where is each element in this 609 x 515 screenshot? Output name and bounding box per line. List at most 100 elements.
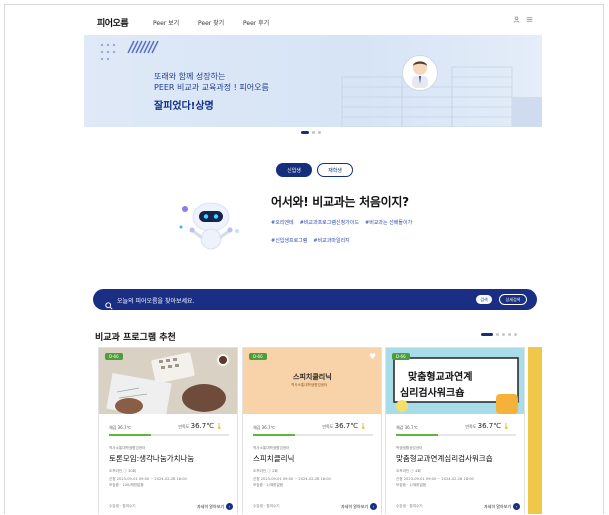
tab-enrolled[interactable]: 재학생 [317,163,353,177]
hero-dot[interactable] [318,131,321,134]
program-organizer: 학생생활상담센터 [396,446,423,450]
nav-peer-view[interactable]: Peer 보기 [153,18,179,27]
program-card[interactable]: D-66 체감 36.7℃ 만족도 36.7℃ 🌡 역사소통대학생협업센터 토론… [98,347,238,514]
satisfaction-label: 만족도 [322,424,334,429]
satisfaction-score: 만족도 36.7℃ 🌡 [322,422,367,430]
program-status: 모집중 · 1/제한없음 [253,483,284,487]
more-link[interactable]: 자세히 알아보기 › [341,503,377,510]
header-icons [513,16,533,25]
card-footer-stats: 수강생 · 참여수기 [396,504,423,508]
menu-icon[interactable] [526,16,533,25]
d-day-badge: D-66 [392,353,410,360]
user-icon[interactable] [513,16,520,25]
program-period: 신청 2023-09-01 09:00 ~ 2024-02-28 18:00 [109,477,187,481]
more-link[interactable]: 자세히 알아보기 › [484,503,520,510]
satisfaction-score: 만족도 36.7℃ 🌡 [178,422,223,430]
hero-text-line1: 또래와 함께 성장하는 [154,72,226,81]
temperature-label: 체감 36.7℃ [109,425,132,430]
progress-fill [396,434,438,436]
progress-bar [396,434,516,436]
search-input[interactable]: 오늘의 피어오름을 찾아보세요. [117,296,194,305]
more-link-label[interactable]: 자세히 알아보기 [484,504,511,510]
page-frame: 피어오름 Peer 보기 Peer 찾기 Peer 후기 또래와 함께 성장하는… [4,4,604,514]
arrow-right-icon[interactable]: › [513,503,520,510]
thumbnail-title-line1: 맞춤형교과연계 [408,372,473,383]
temperature-label: 체감 36.7℃ [396,425,419,430]
card-footer-stats: 수강생 · 참여수기 [109,504,136,508]
carousel-dot[interactable] [496,333,499,336]
hero-dot[interactable] [312,131,315,134]
program-format: 오프라인 ⓘ 2회 [253,469,278,473]
d-day-badge: D-66 [105,353,123,360]
arrow-right-icon[interactable]: › [226,503,233,510]
top-nav: 피어오름 Peer 보기 Peer 찾기 Peer 후기 [5,5,603,35]
thermometer-icon: 🌡 [359,423,367,430]
card-footer-stats: 수강생 · 참여수기 [253,504,280,508]
program-card[interactable]: 스피치클리닉 역사소통대학생협업센터 D-66 ♥ 체감 36.7℃ 만족도 3… [242,347,382,514]
search-bar[interactable]: 오늘의 피어오름을 찾아보세요. 검색 상세검색 [93,289,537,310]
hero-text-line2: PEER 비교과 교육과정 ! 피어오름 [154,83,269,92]
hashtag-link[interactable]: #오리엔테 [271,219,294,226]
more-link-label[interactable]: 자세히 알아보기 [341,504,368,510]
program-status: 모집중 · 1/제한없음 [396,483,427,487]
hero-headline: 잘피었다!상명 [154,101,214,112]
thumbnail-subtitle: 역사소통대학생협업센터 [291,383,328,387]
nav-peer-find[interactable]: Peer 찾기 [198,18,224,27]
program-organizer: 역사소통대학생협업센터 [109,446,146,450]
progress-bar [253,434,373,436]
detail-search-button[interactable]: 상세검색 [499,294,527,305]
progress-bar [109,434,229,436]
hashtag-link[interactable]: #신입생프로그램 [271,237,307,244]
satisfaction-value: 36.7℃ [477,422,502,430]
satisfaction-score: 만족도 36.7℃ 🌡 [465,422,510,430]
thermometer-icon: 🌡 [502,423,510,430]
thumbnail-title: 스피치클리닉 [293,373,332,381]
hashtag-link[interactable]: #비교과는 선배들이가 [365,219,412,226]
carousel-dot[interactable] [508,333,511,336]
search-button[interactable]: 검색 [476,295,492,304]
program-status: 모집중 · 100/제한없음 [109,483,144,487]
site-logo[interactable]: 피어오름 [97,16,129,29]
hashtag-row-1: #오리엔테 #비교과프로그램신청가이드 #비교과는 선배들이가 [271,219,412,226]
hero-character-avatar [402,55,438,91]
program-organizer: 역사소통대학생협업센터 [253,446,290,450]
progress-fill [109,434,151,436]
program-format: 오프라인 ⓘ 4회 [396,469,421,473]
program-title[interactable]: 맞춤형교과연계심리검사워크숍 [396,453,493,464]
program-title[interactable]: 스피치클리닉 [253,453,294,464]
program-title[interactable]: 토론모임:생각나눔가치나눔 [109,453,194,464]
satisfaction-label: 만족도 [465,424,477,429]
more-link-label[interactable]: 자세히 알아보기 [197,504,224,510]
robot-mascot-illustration [179,202,239,250]
hero-banner[interactable]: 또래와 함께 성장하는 PEER 비교과 교육과정 ! 피어오름 잘피었다!상명 [84,35,542,127]
progress-fill [253,434,295,436]
satisfaction-value: 36.7℃ [190,422,215,430]
nav-peer-review[interactable]: Peer 후기 [243,18,269,27]
heart-icon[interactable]: ♥ [369,352,376,361]
section-title: 비교과 프로그램 추천 [95,333,176,343]
satisfaction-value: 36.7℃ [334,422,359,430]
arrow-right-icon[interactable]: › [370,503,377,510]
d-day-badge: D-66 [249,353,267,360]
carousel-dot[interactable] [481,333,493,336]
satisfaction-label: 만족도 [178,424,190,429]
hashtag-link[interactable]: #비교과마일리지 [313,237,349,244]
program-period: 신청 2023-09-01 09:00 ~ 2024-02-28 18:00 [253,477,331,481]
program-period: 신청 2023-09-01 09:00 ~ 2024-02-28 18:00 [396,477,474,481]
tab-freshman[interactable]: 신입생 [276,163,312,177]
thumbnail-title-line2: 심리검사워크숍 [400,388,465,399]
thermometer-icon: 🌡 [215,423,223,430]
more-link[interactable]: 자세히 알아보기 › [197,503,233,510]
hashtag-row-2: #신입생프로그램 #비교과마일리지 [271,237,350,244]
intro-heading: 어서와! 비교과는 처음이지? [271,195,409,209]
hero-pagination[interactable] [301,131,321,134]
next-card-peek[interactable] [528,347,542,514]
carousel-dot[interactable] [514,333,517,336]
hashtag-link[interactable]: #비교과프로그램신청가이드 [300,219,359,226]
carousel-dot[interactable] [502,333,505,336]
hero-dot[interactable] [301,131,309,134]
program-card[interactable]: 맞춤형교과연계 심리검사워크숍 D-66 체감 36.7℃ 만족도 36.7℃ … [385,347,525,514]
search-icon [105,295,113,314]
carousel-pagination[interactable] [481,333,517,336]
hero-decoration [100,40,159,61]
